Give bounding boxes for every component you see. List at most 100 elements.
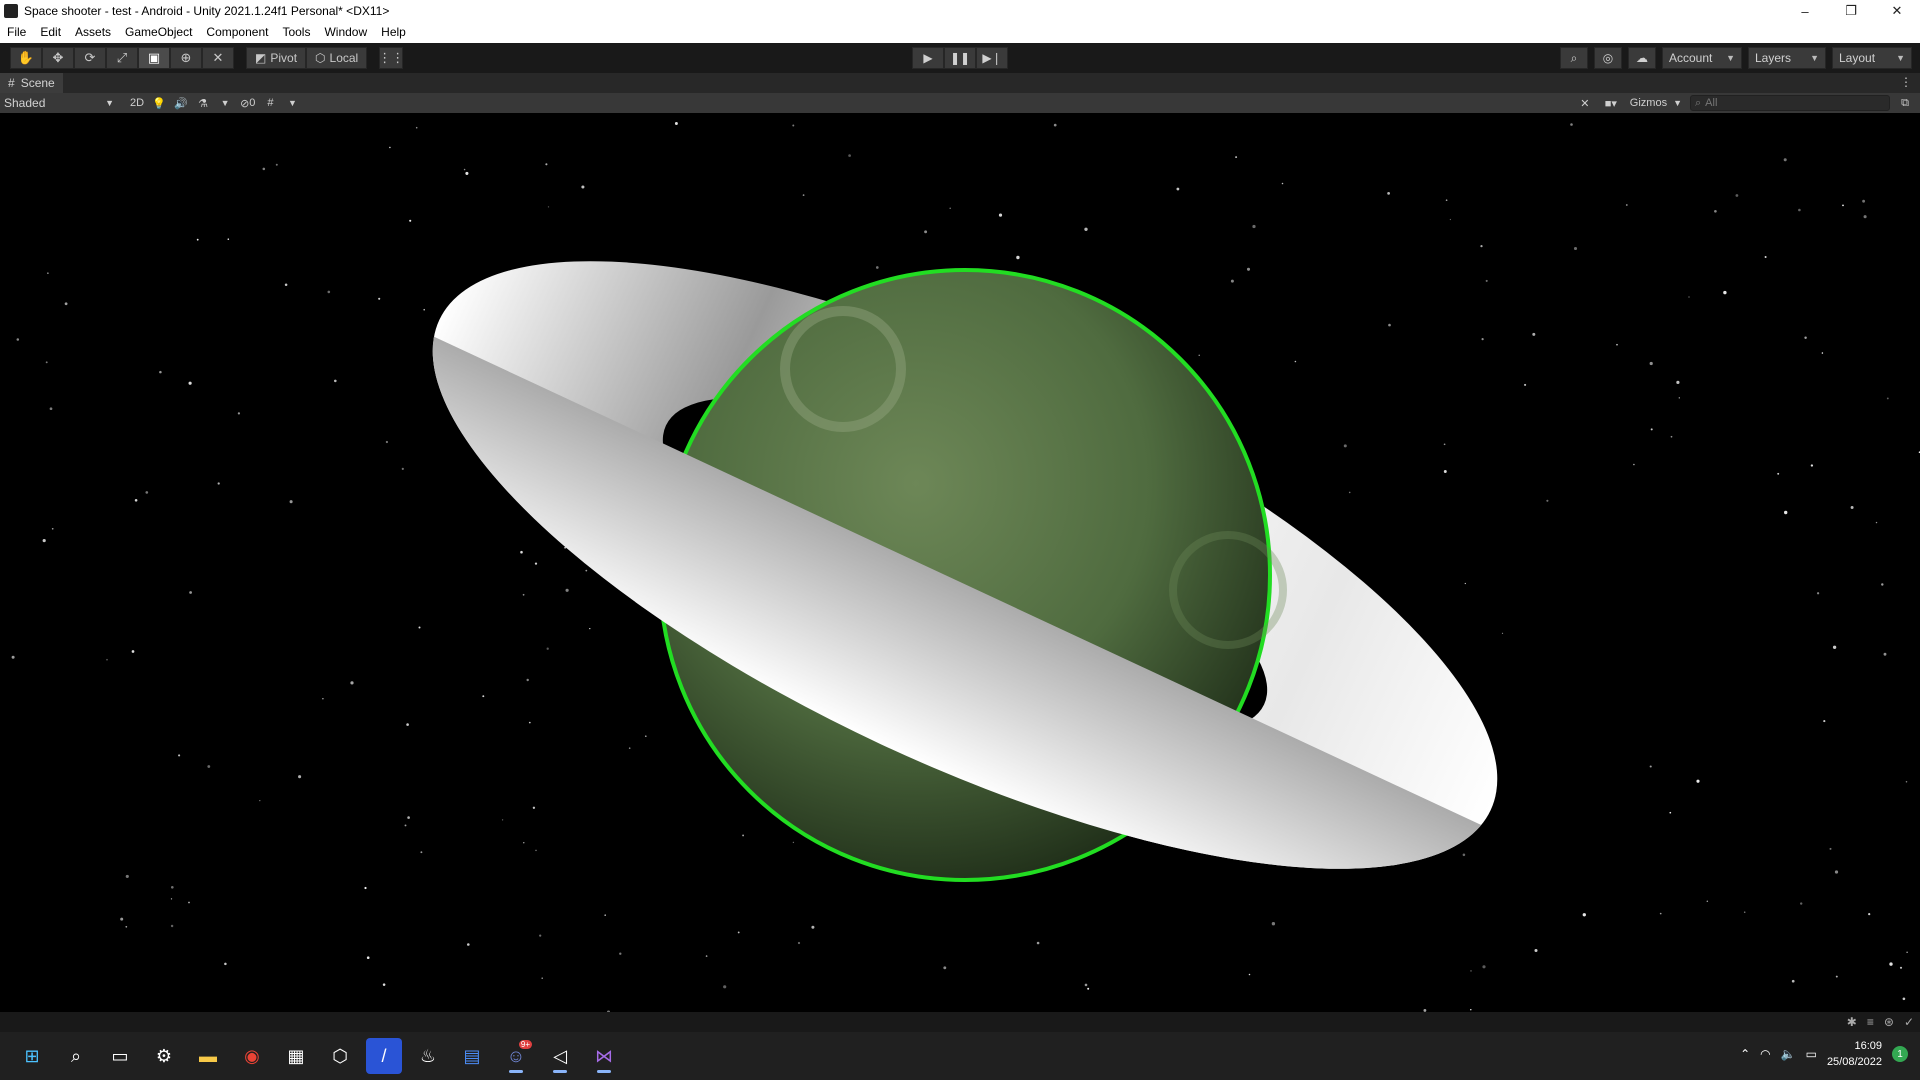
step-button[interactable]: ▶❘ (976, 47, 1008, 69)
layout-label: Layout (1839, 51, 1876, 65)
star (1889, 962, 1893, 966)
grid-toggle-icon[interactable]: # (259, 94, 281, 112)
menu-edit[interactable]: Edit (33, 22, 68, 43)
star (1252, 224, 1256, 229)
chevron-up-icon[interactable]: ⌃ (1740, 1047, 1750, 1061)
menu-window[interactable]: Window (317, 22, 374, 43)
collab-icon[interactable]: ◎ (1594, 47, 1622, 69)
star (11, 655, 15, 659)
audio-toggle-icon[interactable]: 🔊 (170, 94, 192, 112)
cache-icon[interactable]: ≡ (1867, 1015, 1874, 1029)
maximize-scene-icon[interactable]: ⧉ (1894, 94, 1916, 112)
pivot-toggle[interactable]: ◩ Pivot (246, 47, 307, 69)
pivot-icon: ◩ (255, 51, 267, 65)
lighting-toggle-icon[interactable]: 💡 (148, 94, 170, 112)
star (131, 650, 135, 653)
tab-scene[interactable]: # Scene (0, 73, 63, 93)
scene-viewport[interactable] (0, 113, 1920, 1012)
search-icon[interactable]: ⌕ (1560, 47, 1588, 69)
layout-dropdown[interactable]: Layout ▼ (1832, 47, 1912, 69)
discord-icon[interactable]: ☺ 9+ (498, 1038, 534, 1074)
star (792, 841, 795, 844)
star (1343, 444, 1347, 448)
star (196, 238, 199, 241)
star (1462, 853, 1466, 857)
visual-studio-icon[interactable]: ⋈ (586, 1038, 622, 1074)
chrome-icon[interactable]: ◉ (234, 1038, 270, 1074)
status-icons: ✱ ≡ ⊛ ✓ (1847, 1015, 1914, 1029)
notepad-icon[interactable]: ▤ (454, 1038, 490, 1074)
cloud-icon[interactable]: ☁ (1628, 47, 1656, 69)
star (1816, 592, 1820, 595)
bug-icon[interactable]: ✱ (1847, 1015, 1857, 1029)
account-dropdown[interactable]: Account ▼ (1662, 47, 1742, 69)
move-tool-icon[interactable]: ✥ (42, 47, 74, 69)
hand-tool-icon[interactable]: ✋ (10, 47, 42, 69)
star (1534, 948, 1538, 953)
star (1485, 279, 1488, 282)
star (581, 185, 585, 189)
menu-tools[interactable]: Tools (275, 22, 317, 43)
local-toggle[interactable]: ⬡ Local (306, 47, 368, 69)
effects-toggle-icon[interactable]: ⚗ (192, 94, 214, 112)
restore-button[interactable]: ❐ (1828, 0, 1874, 22)
menu-component[interactable]: Component (199, 22, 275, 43)
star (51, 527, 54, 530)
unity-hub-icon[interactable]: ⬡ (322, 1038, 358, 1074)
shading-mode-dropdown[interactable]: Shaded ▼ (0, 94, 120, 112)
windows-start-icon[interactable]: ⊞ (14, 1038, 50, 1074)
transform-tool-icon[interactable]: ⊕ (170, 47, 202, 69)
notification-badge[interactable]: 1 (1892, 1046, 1908, 1062)
star (423, 308, 425, 311)
grid-snap-icon[interactable]: ⋮⋮ (378, 47, 404, 69)
check-icon[interactable]: ✓ (1904, 1015, 1914, 1029)
star (501, 819, 504, 821)
menu-assets[interactable]: Assets (68, 22, 118, 43)
minimize-button[interactable]: – (1782, 0, 1828, 22)
menu-file[interactable]: File (0, 22, 33, 43)
rect-tool-icon[interactable]: ▣ (138, 47, 170, 69)
custom-tool-icon[interactable]: ✕ (202, 47, 234, 69)
star (737, 931, 740, 934)
layers-dropdown[interactable]: Layers ▼ (1748, 47, 1826, 69)
hidden-objects-toggle[interactable]: ⊘ 0 (236, 94, 259, 112)
menu-help[interactable]: Help (374, 22, 413, 43)
more-options-icon[interactable]: ⋮ (1900, 75, 1912, 89)
menu-gameobject[interactable]: GameObject (118, 22, 199, 43)
chevron-down-icon[interactable]: ▼ (214, 94, 236, 112)
star (333, 379, 337, 383)
gizmos-dropdown[interactable]: Gizmos ▼ (1626, 94, 1686, 112)
clock[interactable]: 16:09 25/08/2022 (1827, 1038, 1882, 1070)
rotate-tool-icon[interactable]: ⟳ (74, 47, 106, 69)
star (1387, 192, 1390, 195)
file-explorer-icon[interactable]: ▬ (190, 1038, 226, 1074)
star (1743, 911, 1746, 913)
taskbar-apps: ⊞ ⌕ ▭ ⚙ ▬ ◉ ▦ ⬡ / ♨ ▤ ☺ 9+ ◁ ⋈ (14, 1038, 622, 1074)
settings-icon[interactable]: ⚙ (146, 1038, 182, 1074)
chevron-down-icon: ▼ (1673, 98, 1682, 108)
steam-icon[interactable]: ♨ (410, 1038, 446, 1074)
search-icon[interactable]: ⌕ (58, 1038, 94, 1074)
star (802, 194, 805, 196)
volume-icon[interactable]: 🔈 (1781, 1047, 1796, 1061)
pause-button[interactable]: ❚❚ (944, 47, 976, 69)
close-button[interactable]: ✕ (1874, 0, 1920, 22)
scene-search-input[interactable]: ⌕ All (1690, 95, 1890, 111)
grid-icon: # (8, 76, 15, 90)
scale-tool-icon[interactable]: ⤢ (106, 47, 138, 69)
microsoft-store-icon[interactable]: ▦ (278, 1038, 314, 1074)
unity-editor-icon[interactable]: ◁ (542, 1038, 578, 1074)
wifi-icon[interactable]: ◠ (1760, 1047, 1770, 1061)
star (1804, 336, 1807, 340)
toggle-2d-button[interactable]: 2D (126, 94, 148, 112)
task-view-icon[interactable]: ▭ (102, 1038, 138, 1074)
star (1281, 182, 1284, 185)
progress-icon[interactable]: ⊛ (1884, 1015, 1894, 1029)
camera-icon[interactable]: ■▾ (1600, 94, 1622, 112)
play-button[interactable]: ▶ (912, 47, 944, 69)
tools-icon[interactable]: ✕ (1574, 94, 1596, 112)
app-icon[interactable]: / (366, 1038, 402, 1074)
star (546, 647, 549, 650)
chevron-down-icon[interactable]: ▼ (281, 94, 303, 112)
battery-icon[interactable]: ▭ (1806, 1047, 1817, 1061)
